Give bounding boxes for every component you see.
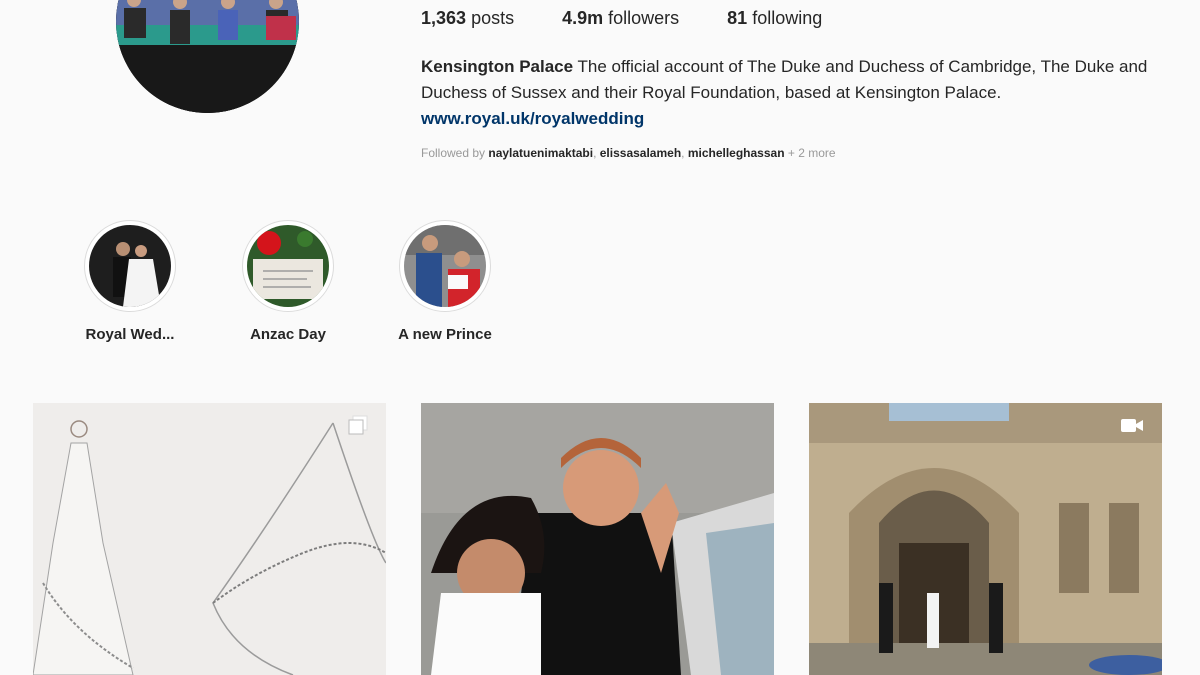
- highlight-royal-wedding[interactable]: Royal Wed...: [82, 220, 178, 343]
- highlight-cover: [89, 225, 171, 307]
- followed-by-more[interactable]: + 2 more: [788, 146, 836, 160]
- highlight-label: Royal Wed...: [85, 326, 175, 343]
- highlight-cover: [247, 225, 329, 307]
- post-tile[interactable]: [33, 403, 386, 675]
- profile-stats: 1,363 posts 4.9m followers 81 following: [421, 8, 870, 29]
- highlight-cover: [404, 225, 486, 307]
- followed-by: Followed by naylatuenimaktabi, elissasal…: [421, 146, 836, 160]
- highlight-anzac-day[interactable]: Anzac Day: [240, 220, 336, 343]
- post-image-castle: [809, 403, 1162, 675]
- profile-bio: Kensington Palace The official account o…: [421, 54, 1161, 132]
- highlight-a-new-prince[interactable]: A new Prince: [397, 220, 493, 343]
- post-image-couple: [421, 403, 774, 675]
- highlight-label: Anzac Day: [250, 326, 326, 343]
- posts-stat: 1,363 posts: [421, 8, 515, 28]
- profile-link[interactable]: www.royal.uk/royalwedding: [421, 109, 644, 128]
- post-tile[interactable]: [421, 403, 774, 675]
- video-icon: [1120, 415, 1144, 440]
- following-stat[interactable]: 81 following: [727, 8, 822, 29]
- post-tile[interactable]: [809, 403, 1162, 675]
- follower-link[interactable]: naylatuenimaktabi: [488, 146, 593, 160]
- profile-name: Kensington Palace: [421, 57, 574, 76]
- follower-link[interactable]: elissasalameh: [600, 146, 681, 160]
- follower-link[interactable]: michelleghassan: [688, 146, 785, 160]
- carousel-icon: [348, 415, 368, 440]
- followers-stat[interactable]: 4.9m followers: [562, 8, 679, 29]
- profile-avatar[interactable]: [116, 0, 299, 113]
- post-image-dress-sketch: [33, 403, 386, 675]
- highlight-label: A new Prince: [398, 326, 492, 343]
